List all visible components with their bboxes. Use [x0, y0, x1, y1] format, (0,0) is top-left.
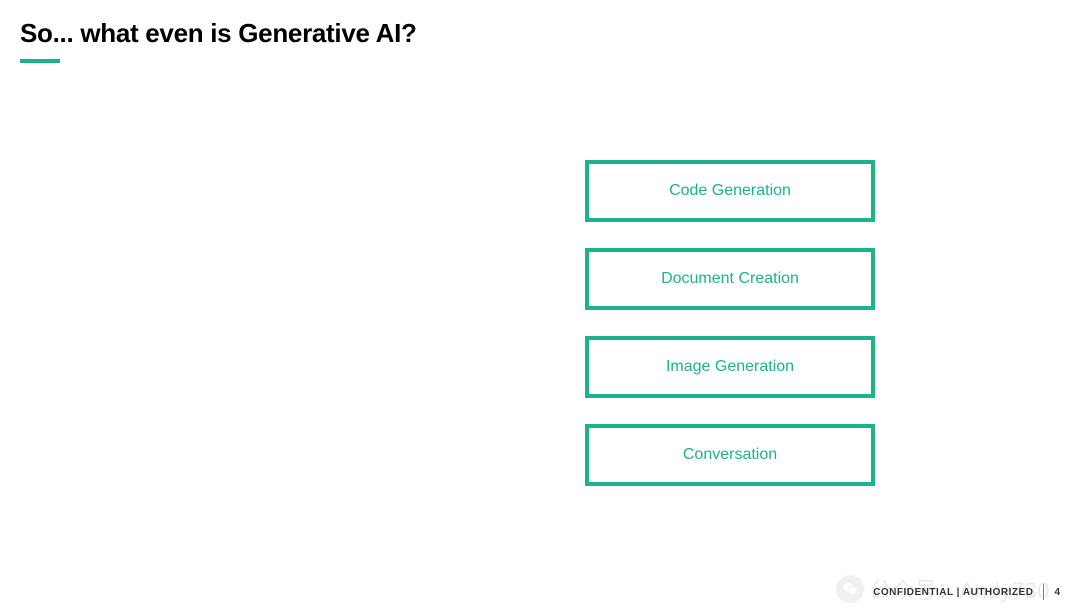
- footer-divider: [1043, 584, 1044, 600]
- category-box: Document Creation: [585, 248, 875, 310]
- category-label: Document Creation: [661, 270, 799, 288]
- category-label: Image Generation: [666, 358, 794, 376]
- category-boxes: Code Generation Document Creation Image …: [585, 160, 875, 486]
- category-label: Conversation: [683, 446, 777, 464]
- slide-footer: CONFIDENTIAL | AUTHORIZED 4: [873, 584, 1060, 600]
- title-underline: [20, 59, 60, 63]
- page-title: So... what even is Generative AI?: [20, 18, 417, 49]
- page-number: 4: [1054, 587, 1060, 598]
- title-area: So... what even is Generative AI?: [20, 18, 417, 63]
- confidentiality-label: CONFIDENTIAL | AUTHORIZED: [873, 587, 1033, 598]
- category-label: Code Generation: [669, 182, 791, 200]
- category-box: Code Generation: [585, 160, 875, 222]
- category-box: Image Generation: [585, 336, 875, 398]
- category-box: Conversation: [585, 424, 875, 486]
- wechat-icon: [836, 575, 864, 603]
